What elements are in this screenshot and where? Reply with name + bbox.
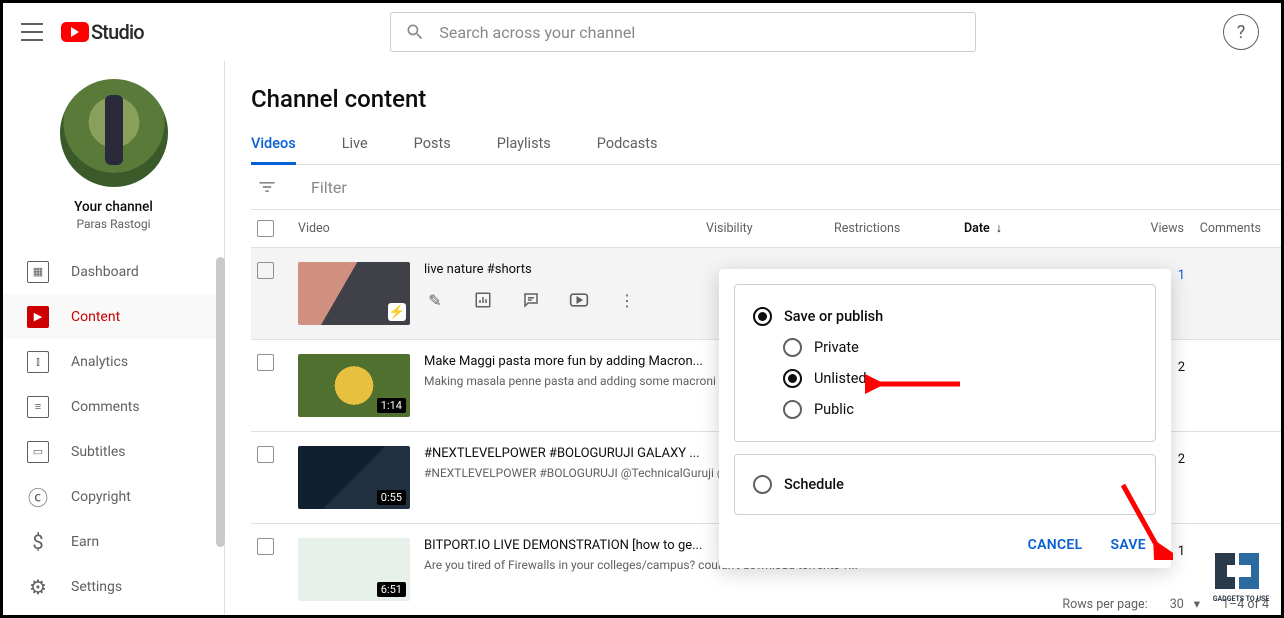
- filter-icon[interactable]: [257, 177, 277, 197]
- option-public[interactable]: Public: [783, 394, 1137, 425]
- copyright-icon: ⓒ: [27, 486, 49, 508]
- comments-icon[interactable]: [520, 289, 542, 311]
- channel-label: Your channel: [74, 199, 153, 215]
- earn-icon: $: [27, 531, 49, 553]
- tab-posts[interactable]: Posts: [414, 135, 451, 164]
- analytics-icon: ⫾: [27, 351, 49, 373]
- col-date[interactable]: Date↓: [964, 221, 1112, 236]
- page-title: Channel content: [251, 85, 1281, 113]
- search-input[interactable]: Search across your channel: [390, 12, 976, 52]
- search-icon: [405, 22, 425, 42]
- row-checkbox[interactable]: [257, 538, 274, 555]
- svg-text:GADGETS TO USE: GADGETS TO USE: [1213, 595, 1270, 603]
- duration-badge: 0:55: [377, 490, 406, 505]
- cancel-button[interactable]: CANCEL: [1028, 537, 1083, 553]
- channel-avatar[interactable]: [60, 79, 168, 187]
- sidebar-item-label: Content: [71, 309, 120, 325]
- sidebar-item-comments[interactable]: ≡ Comments: [3, 384, 224, 429]
- radio-icon: [753, 475, 772, 494]
- shorts-badge-icon: ⚡: [388, 303, 406, 321]
- tab-podcasts[interactable]: Podcasts: [597, 135, 658, 164]
- content-icon: ▶: [27, 306, 49, 328]
- row-checkbox[interactable]: [257, 262, 274, 279]
- radio-icon: [783, 400, 802, 419]
- watermark-logo: GADGETS TO USE: [1209, 549, 1273, 607]
- sidebar-item-analytics[interactable]: ⫾ Analytics: [3, 339, 224, 384]
- select-all-checkbox[interactable]: [257, 220, 274, 237]
- youtube-studio-logo[interactable]: Studio: [61, 20, 144, 44]
- option-schedule[interactable]: Schedule: [753, 469, 1137, 500]
- tab-videos[interactable]: Videos: [251, 135, 296, 164]
- analytics-icon[interactable]: [472, 289, 494, 311]
- sidebar-item-label: Comments: [71, 399, 140, 415]
- sidebar-item-earn[interactable]: $ Earn: [3, 519, 224, 564]
- settings-icon: ⚙: [27, 576, 49, 598]
- duration-badge: 1:14: [377, 398, 406, 413]
- row-views[interactable]: 1: [1178, 268, 1185, 283]
- col-video[interactable]: Video: [298, 221, 706, 236]
- sidebar-item-content[interactable]: ▶ Content: [3, 294, 224, 339]
- row-views: 2: [1178, 360, 1185, 375]
- annotation-arrow-icon: [1113, 480, 1173, 560]
- comments-icon: ≡: [27, 396, 49, 418]
- youtube-play-icon: [61, 22, 89, 42]
- chevron-down-icon: ▾: [1194, 596, 1200, 612]
- row-views: 1: [1178, 544, 1185, 559]
- visibility-popover: Save or publish Private Unlisted Public …: [719, 269, 1171, 568]
- edit-icon[interactable]: ✎: [424, 289, 446, 311]
- sidebar-item-subtitles[interactable]: ▭ Subtitles: [3, 429, 224, 474]
- sort-down-icon: ↓: [996, 221, 1002, 236]
- sidebar-scrollbar[interactable]: [216, 257, 225, 547]
- radio-icon: [783, 338, 802, 357]
- radio-icon: [783, 369, 802, 388]
- video-thumbnail[interactable]: 0:55: [298, 446, 410, 509]
- channel-name: Paras Rastogi: [77, 217, 151, 231]
- more-icon[interactable]: ⋮: [616, 289, 638, 311]
- col-views[interactable]: Views: [1112, 221, 1184, 236]
- tab-playlists[interactable]: Playlists: [497, 135, 551, 164]
- row-checkbox[interactable]: [257, 354, 274, 371]
- video-thumbnail[interactable]: 6:51: [298, 538, 410, 601]
- video-thumbnail[interactable]: ⚡: [298, 262, 410, 325]
- duration-badge: 6:51: [377, 582, 406, 597]
- sidebar-item-label: Dashboard: [71, 264, 139, 280]
- option-private[interactable]: Private: [783, 332, 1137, 363]
- youtube-icon[interactable]: [568, 289, 590, 311]
- option-save-or-publish[interactable]: Save or publish: [753, 301, 1137, 332]
- help-button[interactable]: ?: [1223, 14, 1259, 50]
- sidebar-item-label: Analytics: [71, 354, 128, 370]
- subtitles-icon: ▭: [27, 441, 49, 463]
- sidebar-item-label: Earn: [71, 534, 99, 550]
- sidebar-item-label: Copyright: [71, 489, 131, 505]
- dashboard-icon: ▦: [27, 261, 49, 283]
- sidebar-item-settings[interactable]: ⚙ Settings: [3, 564, 224, 609]
- sidebar-item-label: Subtitles: [71, 444, 126, 460]
- sidebar-item-label: Settings: [71, 579, 122, 595]
- menu-button[interactable]: [21, 23, 43, 41]
- rows-per-page-label: Rows per page:: [1062, 597, 1147, 612]
- row-views: 2: [1178, 452, 1185, 467]
- radio-icon: [753, 307, 772, 326]
- rows-per-page-select[interactable]: 30 ▾: [1170, 596, 1200, 612]
- video-thumbnail[interactable]: 1:14: [298, 354, 410, 417]
- search-placeholder: Search across your channel: [439, 23, 635, 42]
- col-comments[interactable]: Comments: [1184, 221, 1281, 236]
- filter-input[interactable]: Filter: [311, 178, 347, 197]
- sidebar-item-dashboard[interactable]: ▦ Dashboard: [3, 249, 224, 294]
- logo-text: Studio: [91, 20, 144, 44]
- row-checkbox[interactable]: [257, 446, 274, 463]
- col-visibility[interactable]: Visibility: [706, 221, 834, 236]
- col-restrictions[interactable]: Restrictions: [834, 221, 964, 236]
- sidebar-item-copyright[interactable]: ⓒ Copyright: [3, 474, 224, 519]
- tab-live[interactable]: Live: [342, 135, 368, 164]
- annotation-arrow-icon: [865, 373, 965, 395]
